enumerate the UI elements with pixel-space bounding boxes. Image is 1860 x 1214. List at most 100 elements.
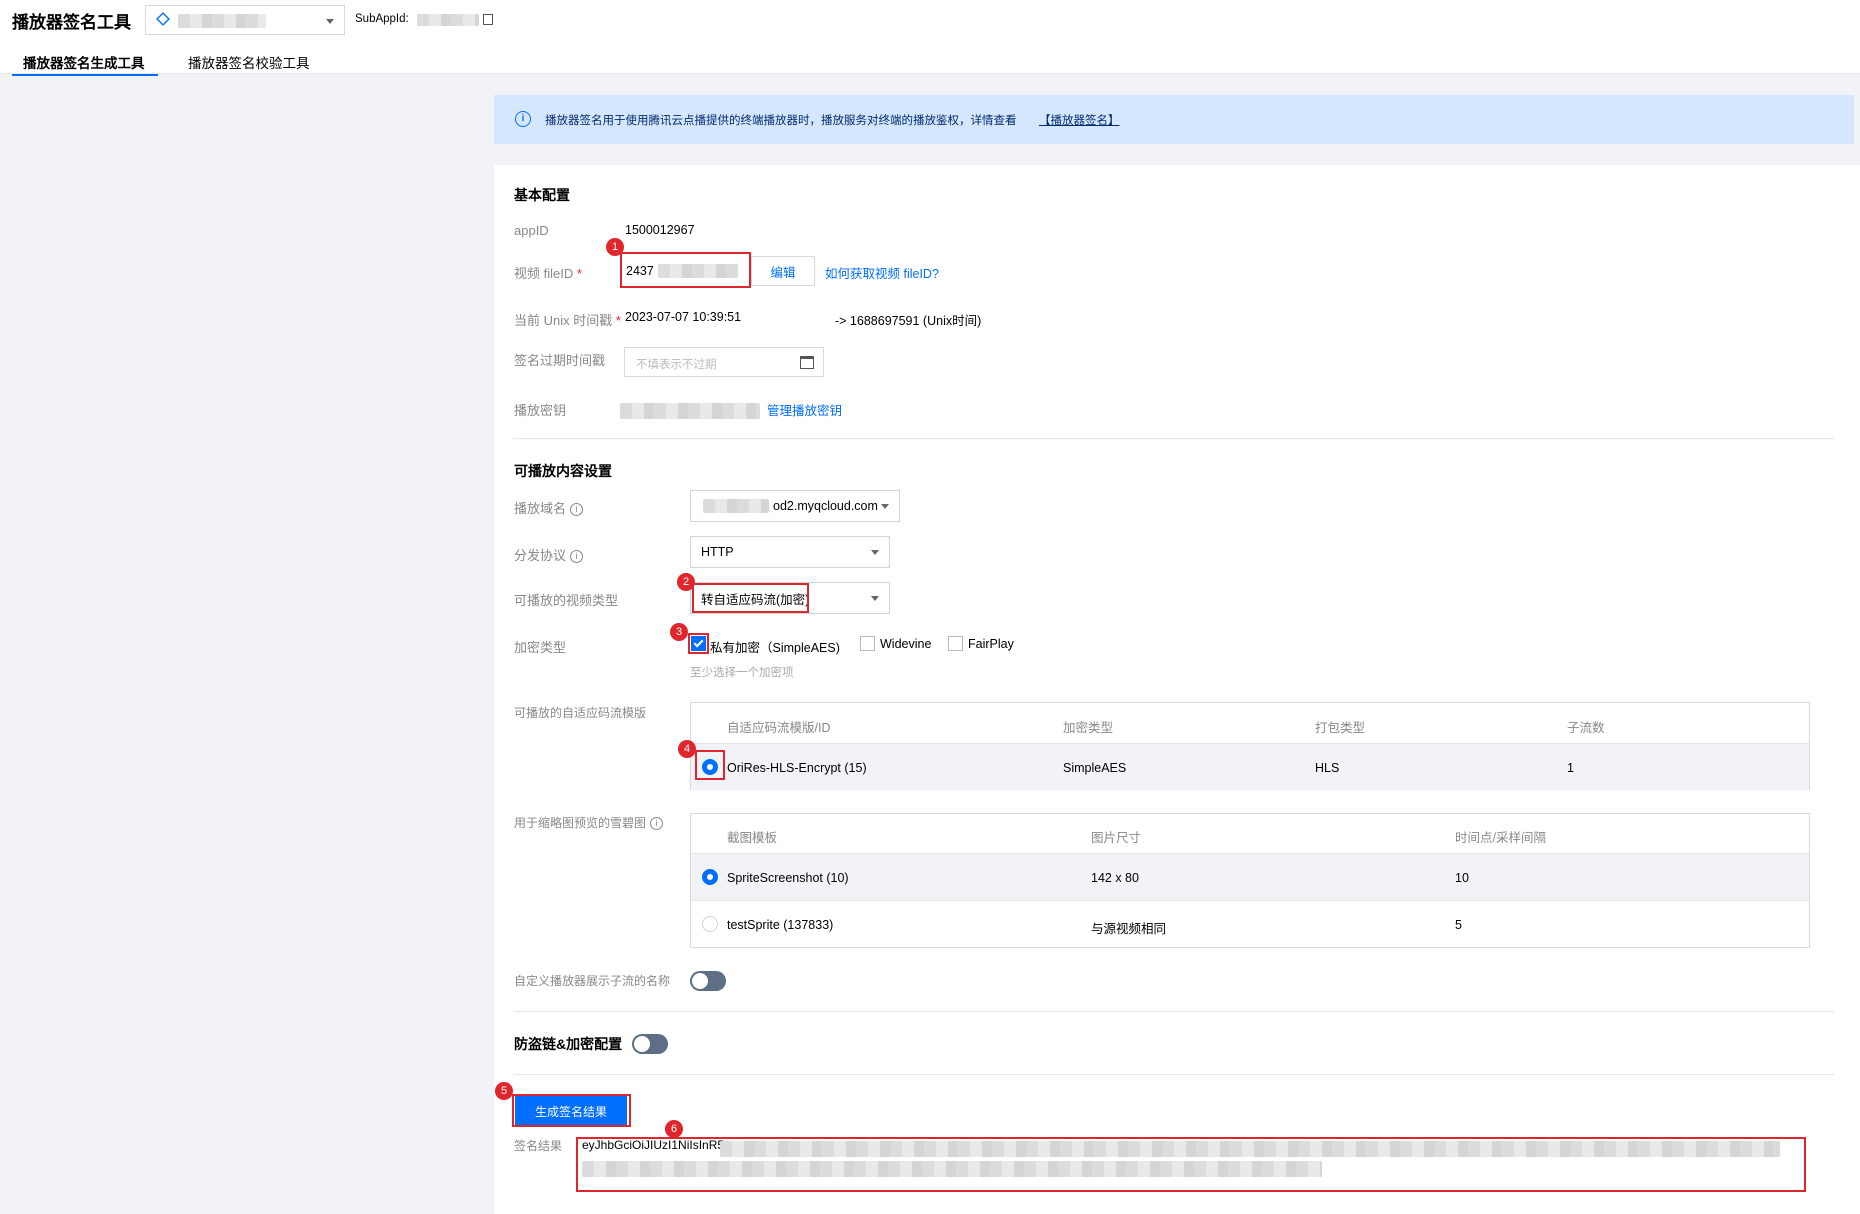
video-type-label: 可播放的视频类型	[514, 593, 619, 608]
annotation-box-1	[620, 252, 751, 288]
row-cell: 142 x 80	[1091, 871, 1139, 885]
col-size: 图片尺寸	[1091, 831, 1142, 845]
table-header: 自适应码流模版/ID 加密类型 打包类型 子流数	[691, 703, 1809, 744]
unix-converted: -> 1688697591 (Unix时间)	[835, 314, 982, 328]
calendar-icon	[800, 356, 814, 369]
col-template: 自适应码流模版/ID	[727, 721, 831, 735]
subappid-label: SubAppId:	[355, 13, 409, 25]
row-cell: 10	[1455, 871, 1469, 885]
key-label: 播放密钥	[514, 403, 567, 418]
domain-select[interactable]: od2.myqcloud.com	[690, 490, 900, 522]
sprite-table: 截图模板 图片尺寸 时间点/采样间隔 SpriteScreenshot (10)…	[690, 813, 1810, 948]
copy-icon[interactable]	[483, 14, 493, 25]
row-cell: 5	[1455, 918, 1462, 932]
key-manage-link[interactable]: 管理播放密钥	[767, 400, 842, 419]
section-basic-title: 基本配置	[514, 187, 570, 203]
notice-link[interactable]: 【播放器签名】	[1039, 112, 1120, 128]
section-playable-title: 可播放内容设置	[514, 463, 612, 479]
info-icon: i	[570, 550, 584, 564]
simpleaes-label: 私有加密（SimpleAES)	[710, 641, 840, 655]
edit-button[interactable]: 编辑	[751, 256, 815, 286]
col-encrypt: 加密类型	[1063, 721, 1114, 735]
annotation-badge-2: 2	[677, 573, 695, 591]
custom-name-label: 自定义播放器展示子流的名称	[514, 974, 671, 988]
encrypt-hint: 至少选择一个加密项	[690, 667, 794, 679]
expire-label: 签名过期时间戳	[514, 353, 606, 368]
expire-placeholder: 不填表示不过期	[636, 359, 717, 371]
col-template: 截图模板	[727, 831, 778, 845]
domain-redacted	[703, 499, 769, 513]
annotation-badge-1: 1	[606, 238, 624, 256]
chevron-down-icon	[871, 596, 879, 601]
antitheft-label: 防盗链&加密配置	[514, 1036, 623, 1052]
chevron-down-icon	[871, 550, 879, 555]
page-title: 播放器签名工具	[12, 13, 131, 32]
annotation-box-2	[692, 583, 809, 613]
tab-generate[interactable]: 播放器签名生成工具	[12, 50, 158, 76]
row-cell: OriRes-HLS-Encrypt (15)	[727, 761, 867, 775]
table-row[interactable]: testSprite (137833) 与源视频相同 5	[691, 901, 1809, 948]
protocol-label: 分发协议 i	[514, 545, 584, 564]
annotation-badge-4: 4	[678, 740, 696, 758]
divider	[514, 1011, 1834, 1012]
row-cell: testSprite (137833)	[727, 918, 834, 932]
annotation-box-6	[576, 1137, 1806, 1192]
row-cell: 与源视频相同	[1091, 922, 1167, 936]
tab-generate-label: 播放器签名生成工具	[23, 56, 145, 71]
notice-text: 播放器签名用于使用腾讯云点播提供的终端播放器时，播放服务对终端的播放鉴权，详情查…	[545, 115, 1017, 127]
tab-verify[interactable]: 播放器签名校验工具	[188, 52, 310, 72]
table-row[interactable]: SpriteScreenshot (10) 142 x 80 10	[691, 854, 1809, 901]
row-radio[interactable]	[702, 916, 718, 932]
annotation-box-3	[688, 633, 709, 654]
widevine-label: Widevine	[880, 637, 932, 651]
annotation-box-4	[695, 750, 725, 780]
info-icon: i	[515, 111, 531, 127]
protocol-value: HTTP	[701, 545, 734, 559]
col-pack: 打包类型	[1315, 721, 1366, 735]
col-interval: 时间点/采样间隔	[1455, 831, 1546, 845]
domain-value: od2.myqcloud.com	[773, 499, 878, 513]
fairplay-checkbox[interactable]	[948, 636, 963, 651]
result-label: 签名结果	[514, 1139, 563, 1153]
annotation-badge-6: 6	[665, 1120, 683, 1138]
fairplay-label: FairPlay	[968, 637, 1014, 651]
layers-icon	[156, 12, 170, 26]
fileid-label: 视频 fileID *	[514, 266, 582, 281]
app-selector[interactable]	[145, 5, 345, 35]
protocol-select[interactable]: HTTP	[690, 536, 890, 568]
unix-label: 当前 Unix 时间戳 *	[514, 313, 621, 328]
chevron-down-icon	[326, 19, 334, 24]
key-redacted	[620, 403, 760, 419]
row-cell: 1	[1567, 761, 1574, 775]
expire-input[interactable]: 不填表示不过期	[624, 347, 824, 377]
widevine-checkbox[interactable]	[860, 636, 875, 651]
adaptive-label: 可播放的自适应码流模版	[514, 706, 647, 720]
encrypt-label: 加密类型	[514, 640, 567, 655]
sprite-label: 用于缩略图预览的雪碧图 i	[514, 814, 664, 831]
fileid-help-link[interactable]: 如何获取视频 fileID?	[825, 263, 939, 282]
info-icon: i	[650, 817, 664, 831]
row-cell: SpriteScreenshot (10)	[727, 871, 849, 885]
domain-label: 播放域名 i	[514, 498, 584, 517]
appid-label: appID	[514, 223, 549, 238]
row-cell: SimpleAES	[1063, 761, 1127, 775]
unix-date: 2023-07-07 10:39:51	[625, 310, 742, 324]
annotation-badge-3: 3	[670, 623, 688, 641]
app-name-redacted	[178, 14, 266, 28]
info-notice: i 播放器签名用于使用腾讯云点播提供的终端播放器时，播放服务对终端的播放鉴权，详…	[494, 95, 1854, 144]
chevron-down-icon	[881, 504, 889, 509]
antitheft-toggle[interactable]	[632, 1034, 668, 1054]
row-radio[interactable]	[702, 869, 718, 885]
subappid-redacted	[417, 14, 479, 26]
appid-value: 1500012967	[625, 223, 695, 237]
divider	[514, 1074, 1834, 1075]
table-header: 截图模板 图片尺寸 时间点/采样间隔	[691, 814, 1809, 854]
custom-name-toggle[interactable]	[690, 971, 726, 991]
row-cell: HLS	[1315, 761, 1340, 775]
edit-button-label: 编辑	[770, 265, 796, 280]
table-row[interactable]: OriRes-HLS-Encrypt (15) SimpleAES HLS 1	[691, 744, 1809, 790]
col-substreams: 子流数	[1567, 721, 1605, 735]
adaptive-table: 自适应码流模版/ID 加密类型 打包类型 子流数 OriRes-HLS-Encr…	[690, 702, 1810, 790]
annotation-box-5	[512, 1094, 631, 1127]
annotation-badge-5: 5	[495, 1082, 513, 1100]
